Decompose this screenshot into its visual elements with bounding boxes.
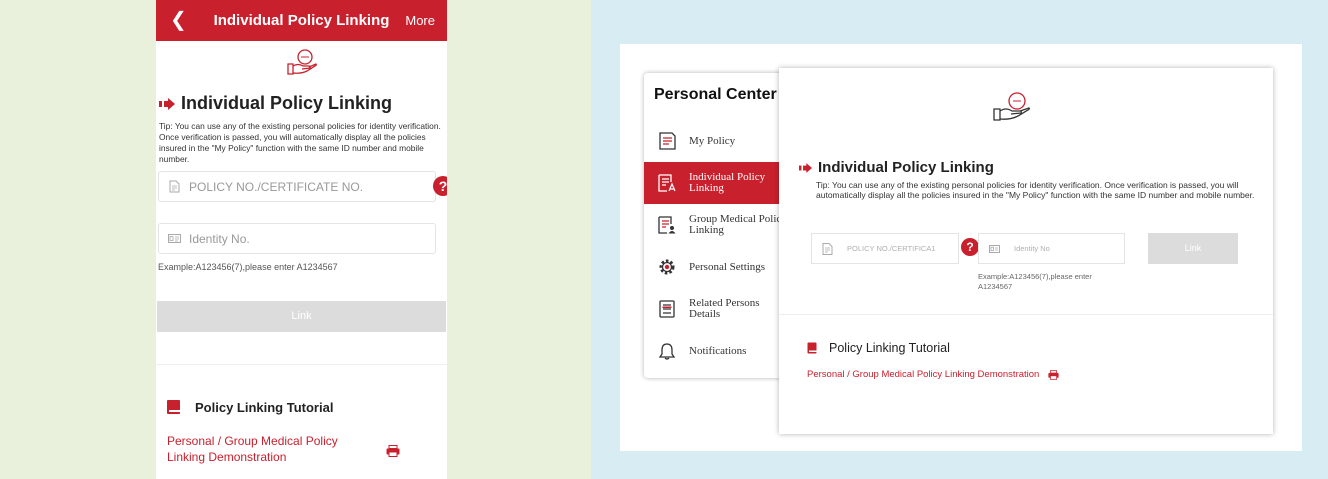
policy-number-placeholder: POLICY NO./CERTIFICA1 <box>847 244 936 253</box>
identity-number-input[interactable]: Identity No <box>978 233 1125 264</box>
hand-holding-policy-icon <box>287 49 317 75</box>
sidebar-item-label: My Policy <box>689 134 736 147</box>
tutorial-heading: Policy Linking Tutorial <box>166 399 333 415</box>
policy-number-input[interactable]: POLICY NO./CERTIFICA1 <box>811 233 959 264</box>
book-icon <box>807 342 817 354</box>
more-button[interactable]: More <box>405 13 435 28</box>
sidebar-item-related-persons-details[interactable]: Related Persons Details <box>644 288 792 330</box>
tip-text: Tip: You can use any of the existing per… <box>816 180 1255 200</box>
sidebar-item-label: Personal Settings <box>689 260 766 273</box>
tutorial-title: Policy Linking Tutorial <box>195 399 334 415</box>
policy-number-placeholder: POLICY NO./CERTIFICATE NO. <box>189 179 364 194</box>
tip-text: Tip: You can use any of the existing per… <box>159 121 441 164</box>
heading-text: Individual Policy Linking <box>818 159 994 176</box>
main-panel: Individual Policy Linking Tip: You can u… <box>779 68 1273 434</box>
sidebar-item-personal-settings[interactable]: Personal Settings <box>644 246 792 288</box>
document-icon <box>822 242 833 255</box>
link-button[interactable]: Link <box>1148 233 1238 264</box>
printer-icon[interactable] <box>386 445 400 457</box>
sidebar-item-group-medical-policy-linking[interactable]: Group Medical Policy Linking <box>644 204 792 246</box>
link-button[interactable]: Link <box>157 301 446 332</box>
gear-icon <box>659 259 675 275</box>
id-card-icon <box>168 234 181 243</box>
page-heading: Individual Policy Linking <box>159 93 392 114</box>
sidebar-item-label: Group Medical Policy Linking <box>689 213 787 236</box>
id-card-icon <box>989 244 1000 253</box>
document-icon <box>659 132 676 150</box>
hand-holding-policy-icon <box>993 92 1030 121</box>
identity-number-input[interactable]: Identity No. <box>158 223 436 254</box>
book-icon <box>167 400 180 414</box>
demo-link-text[interactable]: Personal / Group Medical Policy Linking … <box>807 369 1039 380</box>
sidebar-item-my-policy[interactable]: My Policy <box>644 120 792 162</box>
tutorial-title: Policy Linking Tutorial <box>829 341 950 355</box>
page-heading: Individual Policy Linking <box>799 159 994 176</box>
section-divider <box>156 364 447 365</box>
sidebar-item-notifications[interactable]: Notifications <box>644 330 792 372</box>
identity-number-placeholder: Identity No. <box>189 231 250 246</box>
group-policy-icon <box>658 216 676 234</box>
example-hint: Example:A123456(7),please enter A1234567 <box>158 262 338 272</box>
printer-icon[interactable] <box>1048 369 1059 380</box>
demo-link[interactable]: Personal / Group Medical Policy Linking … <box>807 369 1059 380</box>
help-icon[interactable]: ? <box>433 176 447 196</box>
arrow-right-icon <box>159 97 175 110</box>
sidebar-title: Personal Center <box>654 86 777 103</box>
personal-center-sidebar: Personal Center My Policy Individual Pol… <box>644 73 792 378</box>
identity-number-placeholder: Identity No <box>1014 244 1050 253</box>
document-icon <box>169 180 180 193</box>
bell-icon <box>658 343 676 360</box>
policy-number-input[interactable]: POLICY NO./CERTIFICATE NO. <box>158 171 436 202</box>
mobile-header-bar: ❮ Individual Policy Linking More <box>156 0 447 41</box>
example-hint: Example:A123456(7),please enter A1234567 <box>978 272 1092 291</box>
help-icon[interactable]: ? <box>961 238 979 256</box>
demo-link[interactable]: Personal / Group Medical Policy Linking … <box>167 433 367 465</box>
sidebar-item-individual-policy-linking[interactable]: Individual Policy Linking <box>644 162 792 204</box>
section-divider <box>779 314 1273 315</box>
policy-link-icon <box>658 174 676 192</box>
persons-list-icon <box>659 300 675 318</box>
comparison-canvas: ❮ Individual Policy Linking More Individ… <box>0 0 1328 479</box>
tutorial-heading: Policy Linking Tutorial <box>807 341 950 355</box>
header-title: Individual Policy Linking <box>213 12 390 29</box>
sidebar-item-label: Related Persons Details <box>689 297 760 320</box>
desktop-screen: Personal Center My Policy Individual Pol… <box>620 44 1302 451</box>
heading-text: Individual Policy Linking <box>181 93 393 113</box>
arrow-right-icon <box>799 162 812 173</box>
sidebar-item-label: Individual Policy Linking <box>689 171 766 194</box>
mobile-screen: ❮ Individual Policy Linking More Individ… <box>156 0 447 479</box>
sidebar-item-label: Notifications <box>689 344 747 357</box>
